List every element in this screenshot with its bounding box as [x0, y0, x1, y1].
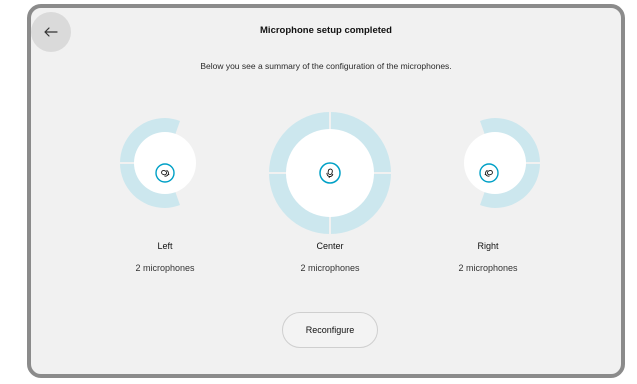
center-group-label: Center	[316, 241, 344, 251]
right-group-count: 2 microphones	[458, 263, 518, 273]
reconfigure-button[interactable]: Reconfigure	[282, 312, 378, 348]
right-mic-icon-ring	[479, 163, 499, 183]
left-group-count: 2 microphones	[135, 263, 195, 273]
right-group-label: Right	[477, 241, 499, 251]
left-group-label: Left	[157, 241, 173, 251]
right-mic-center	[464, 132, 526, 194]
reconfigure-button-label: Reconfigure	[305, 325, 355, 335]
center-group-count: 2 microphones	[300, 263, 360, 273]
